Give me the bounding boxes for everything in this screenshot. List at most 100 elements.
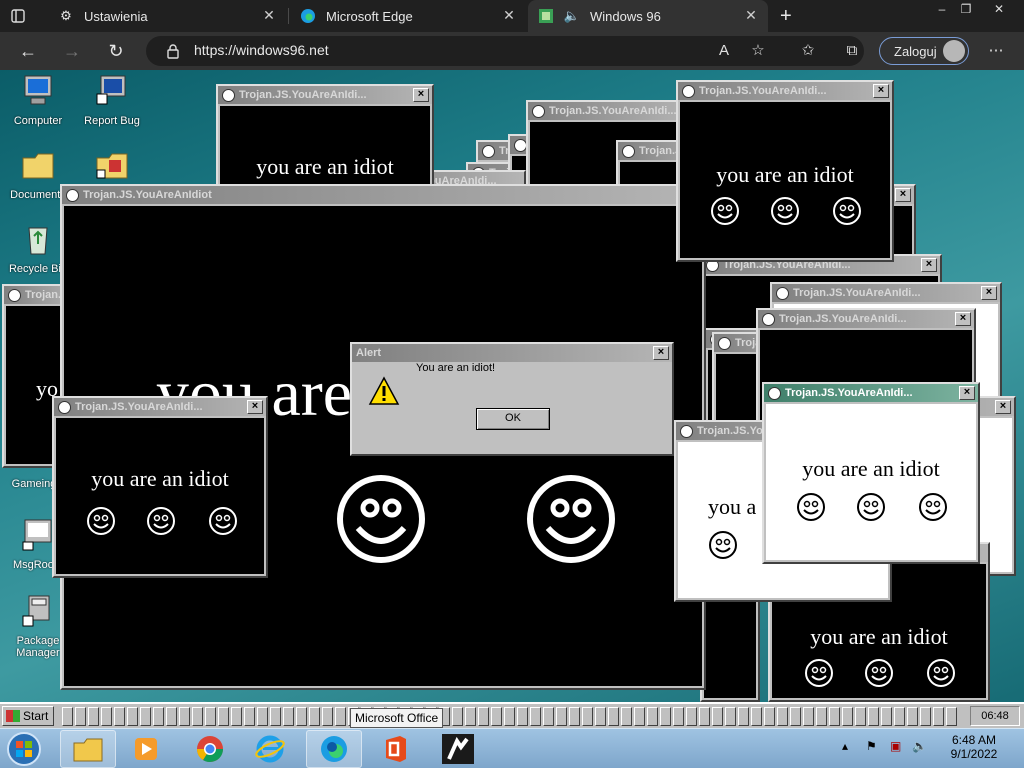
alert-dialog[interactable]: Alert × You are an idiot! OK (350, 342, 674, 456)
taskbar-window-button[interactable] (543, 707, 554, 726)
taskbar-window-button[interactable] (868, 707, 879, 726)
taskbar-window-button[interactable] (309, 707, 320, 726)
taskbar-window-button[interactable] (244, 707, 255, 726)
taskbar-window-button[interactable] (179, 707, 190, 726)
alert-close-button[interactable]: × (653, 346, 669, 360)
window-titlebar[interactable]: Trojan.JS.YouAreAnIdiot (62, 186, 704, 204)
speaker-icon[interactable]: 🔈 (564, 8, 580, 24)
taskbar-window-button[interactable] (647, 707, 658, 726)
login-button[interactable]: Zaloguj (879, 37, 969, 65)
refresh-button[interactable]: ↻ (104, 40, 128, 62)
window-titlebar[interactable]: Trojan.JS.YouAreAnIdi... (54, 398, 266, 416)
taskbar-window-button[interactable] (75, 707, 86, 726)
popup-window[interactable] (700, 590, 760, 702)
popup-window-active[interactable]: Trojan.JS.YouAreAnIdi... × you are an id… (762, 382, 980, 564)
taskbar-app-internet-explorer[interactable] (242, 730, 298, 768)
taskbar-window-button[interactable] (517, 707, 528, 726)
taskbar-window-button[interactable] (777, 707, 788, 726)
taskbar-window-button[interactable] (192, 707, 203, 726)
taskbar-window-button[interactable] (530, 707, 541, 726)
taskbar-window-button[interactable] (114, 707, 125, 726)
start-button[interactable]: Start (2, 706, 54, 726)
taskbar-window-button[interactable] (335, 707, 346, 726)
taskbar-app-office[interactable] (368, 730, 424, 768)
taskbar-window-button[interactable] (907, 707, 918, 726)
taskbar-window-button[interactable] (764, 707, 775, 726)
window-titlebar[interactable]: Trojan.JS.YouAreAnIdi... (218, 86, 432, 104)
taskbar-window-button[interactable] (881, 707, 892, 726)
taskbar-window-button[interactable] (491, 707, 502, 726)
windows-start-orb-icon[interactable] (4, 731, 44, 767)
more-icon[interactable]: ⋯ (984, 40, 1008, 62)
desktop-icon-computer[interactable]: Computer (0, 74, 78, 127)
taskbar-window-button[interactable] (920, 707, 931, 726)
address-bar[interactable]: https://windows96.net A ☆ (146, 36, 864, 66)
taskbar-window-button[interactable] (504, 707, 515, 726)
taskbar-window-button[interactable] (842, 707, 853, 726)
window-titlebar[interactable]: Trojan.JS.YouAreAnIdi... (758, 310, 974, 328)
taskbar-window-button[interactable] (465, 707, 476, 726)
taskbar-window-button[interactable] (673, 707, 684, 726)
collections-icon[interactable]: ⧉ (840, 40, 864, 62)
popup-window[interactable]: Trojan.JS.YouAreAnIdi... × you are an id… (52, 396, 268, 578)
close-button[interactable]: × (413, 88, 429, 102)
close-button[interactable]: × (895, 188, 911, 202)
close-icon[interactable]: ✕ (744, 8, 758, 22)
taskbar-window-button[interactable] (855, 707, 866, 726)
taskbar-window-button[interactable] (62, 707, 73, 726)
window-titlebar[interactable]: Trojan.JS.YouAreAnIdi... (528, 102, 694, 120)
taskbar-window-button[interactable] (582, 707, 593, 726)
taskbar-window-button[interactable] (452, 707, 463, 726)
taskbar-window-button[interactable] (725, 707, 736, 726)
taskbar-app-unknown[interactable] (430, 730, 486, 768)
ok-button[interactable]: OK (476, 408, 550, 430)
taskbar-app-chrome[interactable] (182, 730, 238, 768)
tab-actions-button[interactable] (0, 0, 42, 32)
forward-button[interactable]: → (60, 40, 84, 62)
taskbar-window-button[interactable] (751, 707, 762, 726)
close-button[interactable]: × (955, 312, 971, 326)
window-close-button[interactable]: ✕ (984, 0, 1014, 22)
taskbar-window-button[interactable] (829, 707, 840, 726)
taskbar-window-button[interactable] (634, 707, 645, 726)
taskbar-window-button[interactable] (608, 707, 619, 726)
close-button[interactable]: × (247, 400, 263, 414)
taskbar-window-button[interactable] (218, 707, 229, 726)
desktop-icon-report-bug[interactable]: Report Bug (72, 74, 152, 127)
window-titlebar[interactable]: Trojan.JS.YouAreAnIdi... (764, 384, 978, 402)
taskbar-window-button[interactable] (296, 707, 307, 726)
taskbar-app-explorer[interactable] (60, 730, 116, 768)
taskbar-window-button[interactable] (270, 707, 281, 726)
close-button[interactable]: × (981, 286, 997, 300)
desktop-icon-folder-shortcut[interactable] (72, 148, 152, 189)
taskbar-app-edge[interactable] (306, 730, 362, 768)
alert-titlebar[interactable]: Alert (352, 344, 672, 362)
action-center-icon[interactable]: ⚑ (866, 739, 877, 753)
taskbar-window-button[interactable] (478, 707, 489, 726)
taskbar-window-button[interactable] (816, 707, 827, 726)
taskbar-datetime[interactable]: 6:48 AM 9/1/2022 (934, 733, 1014, 761)
taskbar-window-button[interactable] (738, 707, 749, 726)
taskbar-window-button[interactable] (283, 707, 294, 726)
read-aloud-icon[interactable]: A (712, 40, 736, 62)
taskbar-window-button[interactable] (166, 707, 177, 726)
volume-icon[interactable]: 🔈 (912, 739, 927, 753)
taskbar-window-button[interactable] (257, 707, 268, 726)
network-icon[interactable]: ▣ (890, 739, 901, 753)
tab-microsoft-edge[interactable]: Microsoft Edge ✕ (290, 0, 526, 32)
taskbar-window-button[interactable] (946, 707, 957, 726)
tab-settings[interactable]: ⚙ Ustawienia ✕ (48, 0, 286, 32)
window-titlebar[interactable]: Trojan.JS.YouAreAnIdi... (772, 284, 1000, 302)
taskbar-window-button[interactable] (556, 707, 567, 726)
taskbar-window-button[interactable] (894, 707, 905, 726)
tab-windows-96[interactable]: 🔈 Windows 96 ✕ (528, 0, 768, 32)
window-titlebar[interactable]: Trojan.JS.YouAreAnIdi... (678, 82, 892, 100)
taskbar-window-button[interactable] (127, 707, 138, 726)
add-favorite-icon[interactable]: ☆ (746, 40, 770, 62)
taskbar-window-button[interactable] (790, 707, 801, 726)
close-icon[interactable]: ✕ (502, 8, 516, 22)
taskbar-window-button[interactable] (569, 707, 580, 726)
taskbar-window-button[interactable] (933, 707, 944, 726)
close-button[interactable]: × (995, 400, 1011, 414)
taskbar-window-button[interactable] (621, 707, 632, 726)
